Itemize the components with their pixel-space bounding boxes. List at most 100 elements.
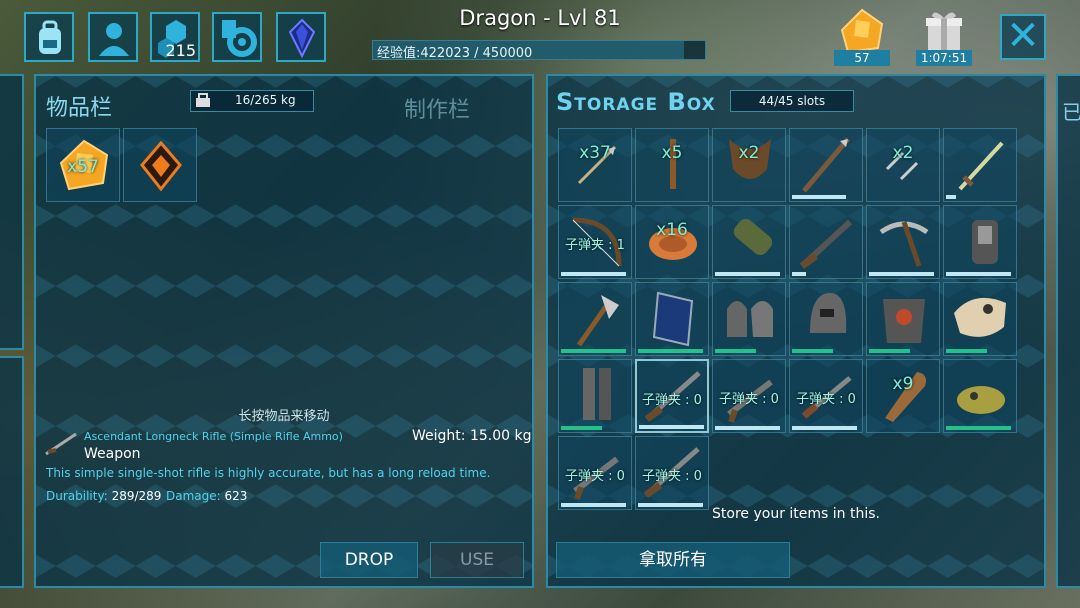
storage-slot[interactable] bbox=[866, 282, 940, 356]
inventory-tab[interactable]: 物品栏 bbox=[46, 90, 112, 122]
tribe-crystal-button[interactable] bbox=[276, 12, 326, 62]
storage-slot[interactable]: 子弹夹 : 0 bbox=[635, 436, 709, 510]
item-quantity: x57 bbox=[67, 157, 99, 177]
chitin-icon bbox=[729, 139, 771, 179]
storage-title: Storage Box bbox=[556, 88, 716, 116]
riot-shield-icon bbox=[652, 291, 694, 347]
storage-slot[interactable]: x9 bbox=[866, 359, 940, 433]
backpack-icon bbox=[39, 20, 61, 54]
item-quantity: x2 bbox=[738, 143, 760, 163]
storage-slot[interactable] bbox=[789, 205, 863, 279]
sleeping-bag-icon bbox=[733, 218, 773, 256]
gift-box[interactable]: 1:07:51 bbox=[916, 6, 972, 66]
spear-icon bbox=[802, 137, 850, 193]
storage-hint: Store your items in this. bbox=[712, 506, 880, 522]
gift-icon bbox=[926, 12, 962, 50]
player-name-level: Dragon - Lvl 81 bbox=[459, 6, 621, 30]
character-button[interactable] bbox=[88, 12, 138, 62]
item-quantity: x2 bbox=[892, 143, 914, 163]
durability-bar bbox=[561, 272, 626, 276]
storage-slot[interactable]: 子弹夹 : 0 bbox=[635, 359, 709, 433]
right-edge-label-fragment: 已 bbox=[1062, 100, 1080, 124]
use-button[interactable]: USE bbox=[430, 542, 524, 578]
close-icon: ✕ bbox=[1006, 13, 1040, 59]
item-quantity: x16 bbox=[656, 220, 688, 240]
metal-chestpiece-icon bbox=[883, 299, 925, 343]
ammo-count: 子弹夹 : 0 bbox=[642, 393, 702, 408]
storage-slot[interactable] bbox=[943, 282, 1017, 356]
ammo-count: 子弹夹 : 0 bbox=[796, 392, 856, 407]
storage-slot[interactable]: x16 bbox=[635, 205, 709, 279]
durability-bar bbox=[639, 425, 704, 429]
experience-text: 经验值:422023 / 450000 bbox=[377, 46, 533, 61]
gift-timer: 1:07:51 bbox=[916, 50, 972, 66]
bolts-icon bbox=[885, 151, 919, 181]
durability-bar bbox=[792, 426, 857, 430]
ammo-count: 子弹夹 : 0 bbox=[642, 469, 702, 484]
durability-bar bbox=[561, 426, 602, 430]
selected-item-weight: Weight: 15.00 kg bbox=[412, 428, 532, 444]
take-all-button[interactable]: 拿取所有 bbox=[556, 542, 790, 578]
storage-slot[interactable] bbox=[558, 359, 632, 433]
storage-slot[interactable] bbox=[943, 128, 1017, 202]
crafting-tab[interactable]: 制作栏 bbox=[404, 92, 470, 124]
experience-bar: 经验值:422023 / 450000 bbox=[372, 40, 706, 61]
storage-slot[interactable]: x37 bbox=[558, 128, 632, 202]
storage-slot[interactable]: 子弹夹 : 0 bbox=[789, 359, 863, 433]
sword-icon bbox=[958, 141, 1004, 191]
storage-slot[interactable] bbox=[558, 282, 632, 356]
inventory-slot-element[interactable] bbox=[123, 128, 197, 202]
amber-icon bbox=[840, 8, 884, 54]
storage-slot[interactable]: 子弹夹 : 1 bbox=[558, 205, 632, 279]
storage-slot[interactable]: 子弹夹 : 0 bbox=[558, 436, 632, 510]
durability-bar bbox=[792, 195, 847, 199]
storage-slot[interactable] bbox=[789, 128, 863, 202]
durability-bar bbox=[792, 272, 806, 276]
storage-slot[interactable]: x5 bbox=[635, 128, 709, 202]
durability-stat: Durability: 289/289 bbox=[46, 489, 162, 503]
durability-bar bbox=[869, 272, 934, 276]
left-edge-panel[interactable] bbox=[0, 74, 24, 350]
move-hint: 长按物品来移动 bbox=[238, 409, 330, 424]
hatchet-icon bbox=[576, 295, 619, 347]
durability-bar bbox=[638, 349, 703, 353]
right-edge-panel[interactable]: 已 bbox=[1056, 74, 1080, 588]
element-icon bbox=[140, 140, 182, 192]
storage-slot[interactable]: 子弹夹 : 0 bbox=[712, 359, 786, 433]
metal-leggings-icon bbox=[583, 368, 611, 420]
metal-gauntlets-icon bbox=[727, 301, 773, 337]
storage-slot[interactable] bbox=[789, 282, 863, 356]
weight-icon bbox=[196, 93, 210, 107]
close-button[interactable]: ✕ bbox=[1000, 14, 1046, 60]
durability-bar bbox=[869, 349, 910, 353]
storage-slot[interactable] bbox=[943, 359, 1017, 433]
stone-arrow-icon bbox=[670, 139, 676, 189]
item-quantity: x37 bbox=[579, 143, 611, 163]
storage-slot[interactable] bbox=[712, 205, 786, 279]
selected-item-type: Weapon bbox=[84, 446, 141, 462]
storage-slot[interactable] bbox=[866, 205, 940, 279]
inventory-backpack-button[interactable] bbox=[24, 12, 74, 62]
dino-skull-icon bbox=[954, 297, 1006, 337]
selected-item-name: Ascendant Longneck Rifle (Simple Rifle A… bbox=[84, 430, 343, 443]
metal-helmet-icon bbox=[810, 293, 847, 333]
storage-slot[interactable]: x2 bbox=[866, 128, 940, 202]
amber-count: 57 bbox=[834, 50, 890, 66]
left-edge-panel-lower[interactable] bbox=[0, 356, 24, 588]
durability-bar bbox=[715, 349, 756, 353]
ammo-count: 子弹夹 : 0 bbox=[565, 469, 625, 484]
storage-slot[interactable] bbox=[712, 282, 786, 356]
item-quantity: x5 bbox=[661, 143, 683, 163]
inventory-slot-amber[interactable]: x57 bbox=[46, 128, 120, 202]
settings-button[interactable] bbox=[212, 12, 262, 62]
storage-slot[interactable] bbox=[943, 205, 1017, 279]
engram-points-count: 215 bbox=[165, 41, 196, 60]
durability-bar bbox=[946, 349, 987, 353]
shotgun-icon bbox=[799, 219, 853, 269]
drop-button[interactable]: DROP bbox=[320, 542, 418, 578]
engrams-button[interactable]: 215 bbox=[150, 12, 200, 62]
amber-resource[interactable]: 57 bbox=[834, 6, 890, 66]
storage-slot[interactable]: x2 bbox=[712, 128, 786, 202]
inventory-weight: 16/265 kg bbox=[190, 90, 314, 112]
storage-slot[interactable] bbox=[635, 282, 709, 356]
